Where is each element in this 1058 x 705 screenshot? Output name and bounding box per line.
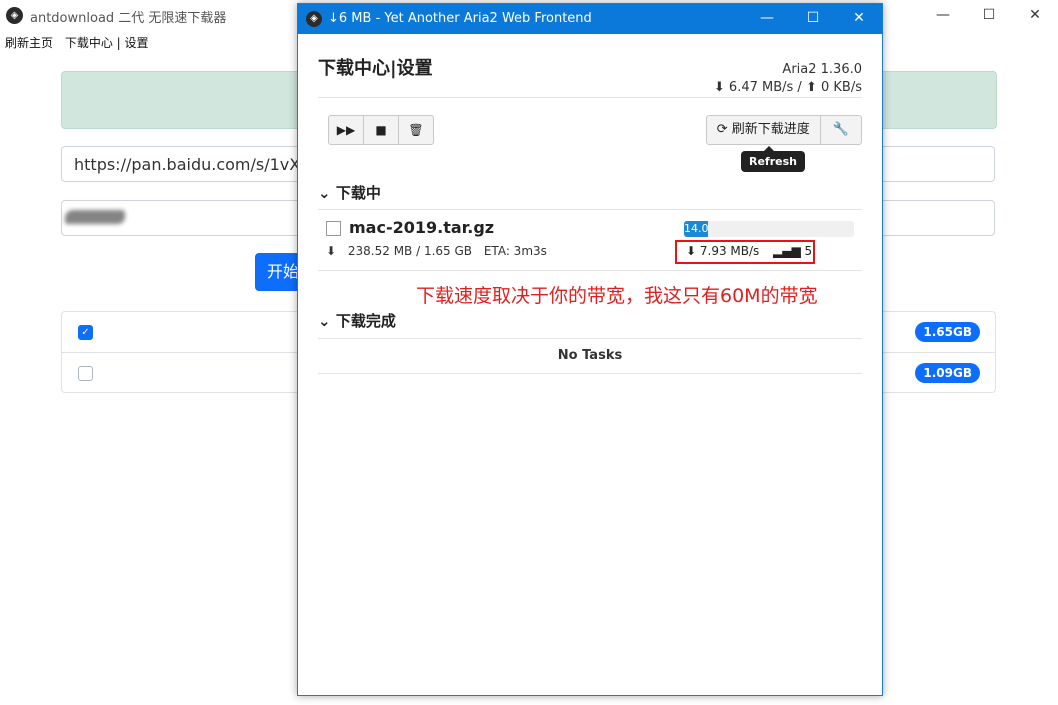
file-checkbox[interactable]: ✓ [78,325,93,340]
divider [318,209,862,210]
maximize-icon[interactable]: ☐ [966,0,1012,32]
divider [318,373,862,374]
global-upload-speed: 0 KB/s [821,80,862,95]
delete-button[interactable]: 🗑 [399,116,433,144]
file-checkbox[interactable] [78,366,93,381]
task-progress: 14.08% [684,221,854,237]
divider [318,97,862,98]
close-icon[interactable]: ✕ [1012,0,1058,32]
download-icon: ⬇ [326,244,337,258]
divider [318,270,862,271]
task-name: mac-2019.tar.gz [349,218,495,237]
refresh-label: 刷新下载进度 [731,122,810,137]
task-eta: ETA: 3m3s [483,244,547,258]
background-nav: 刷新主页 下载中心 | 设置 [5,34,149,51]
refresh-tooltip: Refresh [741,146,805,172]
aria2-version: Aria2 1.36.0 [782,62,862,77]
window-minimize-icon[interactable]: — [744,4,790,34]
aria2-window: ◈ ↓6 MB - Yet Another Aria2 Web Frontend… [297,3,883,696]
section-label: 下载完成 [335,312,396,330]
no-tasks-label: No Tasks [557,348,623,363]
task-speed: ⬇ 7.93 MB/s [686,244,759,258]
background-window-title: antdownload 二代 无限速下载器 [30,11,227,26]
refresh-button[interactable]: ⟳ 刷新下载进度 [707,116,821,144]
signal-icon: ▂▄▆ [773,244,801,258]
download-speed-icon: ⬇ [713,80,725,95]
upload-speed-icon: ⬆ [805,80,817,95]
download-speed-icon: ⬇ [686,244,697,258]
window-maximize-icon[interactable]: ☐ [790,4,836,34]
connections-value: 5 [804,244,813,258]
wrench-icon: 🔧 [832,122,849,137]
size-badge: 1.09GB [915,363,980,383]
chevron-down-icon: ⌄ [318,312,331,330]
window-close-icon[interactable]: ✕ [836,4,882,34]
section-label: 下载中 [335,184,381,202]
resume-button[interactable]: ▶▶ [329,116,364,144]
minimize-icon[interactable]: — [920,0,966,32]
task-checkbox[interactable] [326,221,341,236]
completed-section-header[interactable]: ⌄ 下载完成 [318,310,396,331]
task-progress-bar: 14.08% [684,221,708,237]
task-connections: ▂▄▆ 5 [773,244,812,258]
task-speed-value: 7.93 MB/s [699,244,760,258]
settings-wrench-button[interactable]: 🔧 [821,116,861,144]
page-title: 下载中心|设置 [318,58,433,79]
global-speed: ⬇ 6.47 MB/s / ⬆ 0 KB/s [713,80,862,95]
divider [318,338,862,339]
window-logo-icon: ◈ [306,11,322,27]
task-actions: ▶▶ ■ 🗑 [328,115,434,145]
refresh-group: ⟳ 刷新下载进度 🔧 [705,115,862,145]
annotation-text: 下载速度取决于你的带宽，我这只有60M的带宽 [416,285,818,307]
task-size: 238.52 MB / 1.65 GB [347,244,473,258]
refresh-icon: ⟳ [716,122,728,137]
window-title: ↓6 MB - Yet Another Aria2 Web Frontend [328,11,592,26]
task-meta: ⬇ 238.52 MB / 1.65 GB ETA: 3m3s [326,244,547,258]
downloading-section-header[interactable]: ⌄ 下载中 [318,182,381,203]
window-titlebar: ◈ ↓6 MB - Yet Another Aria2 Web Frontend… [298,4,882,34]
nav-refresh-home[interactable]: 刷新主页 [5,36,53,50]
size-badge: 1.65GB [915,322,980,342]
nav-download-center[interactable]: 下载中心 | 设置 [65,36,149,50]
app-logo-icon: ◈ [6,7,23,24]
global-download-speed: 6.47 MB/s [728,80,794,95]
redacted-text [65,210,125,224]
stop-button[interactable]: ■ [364,116,399,144]
chevron-down-icon: ⌄ [318,184,331,202]
